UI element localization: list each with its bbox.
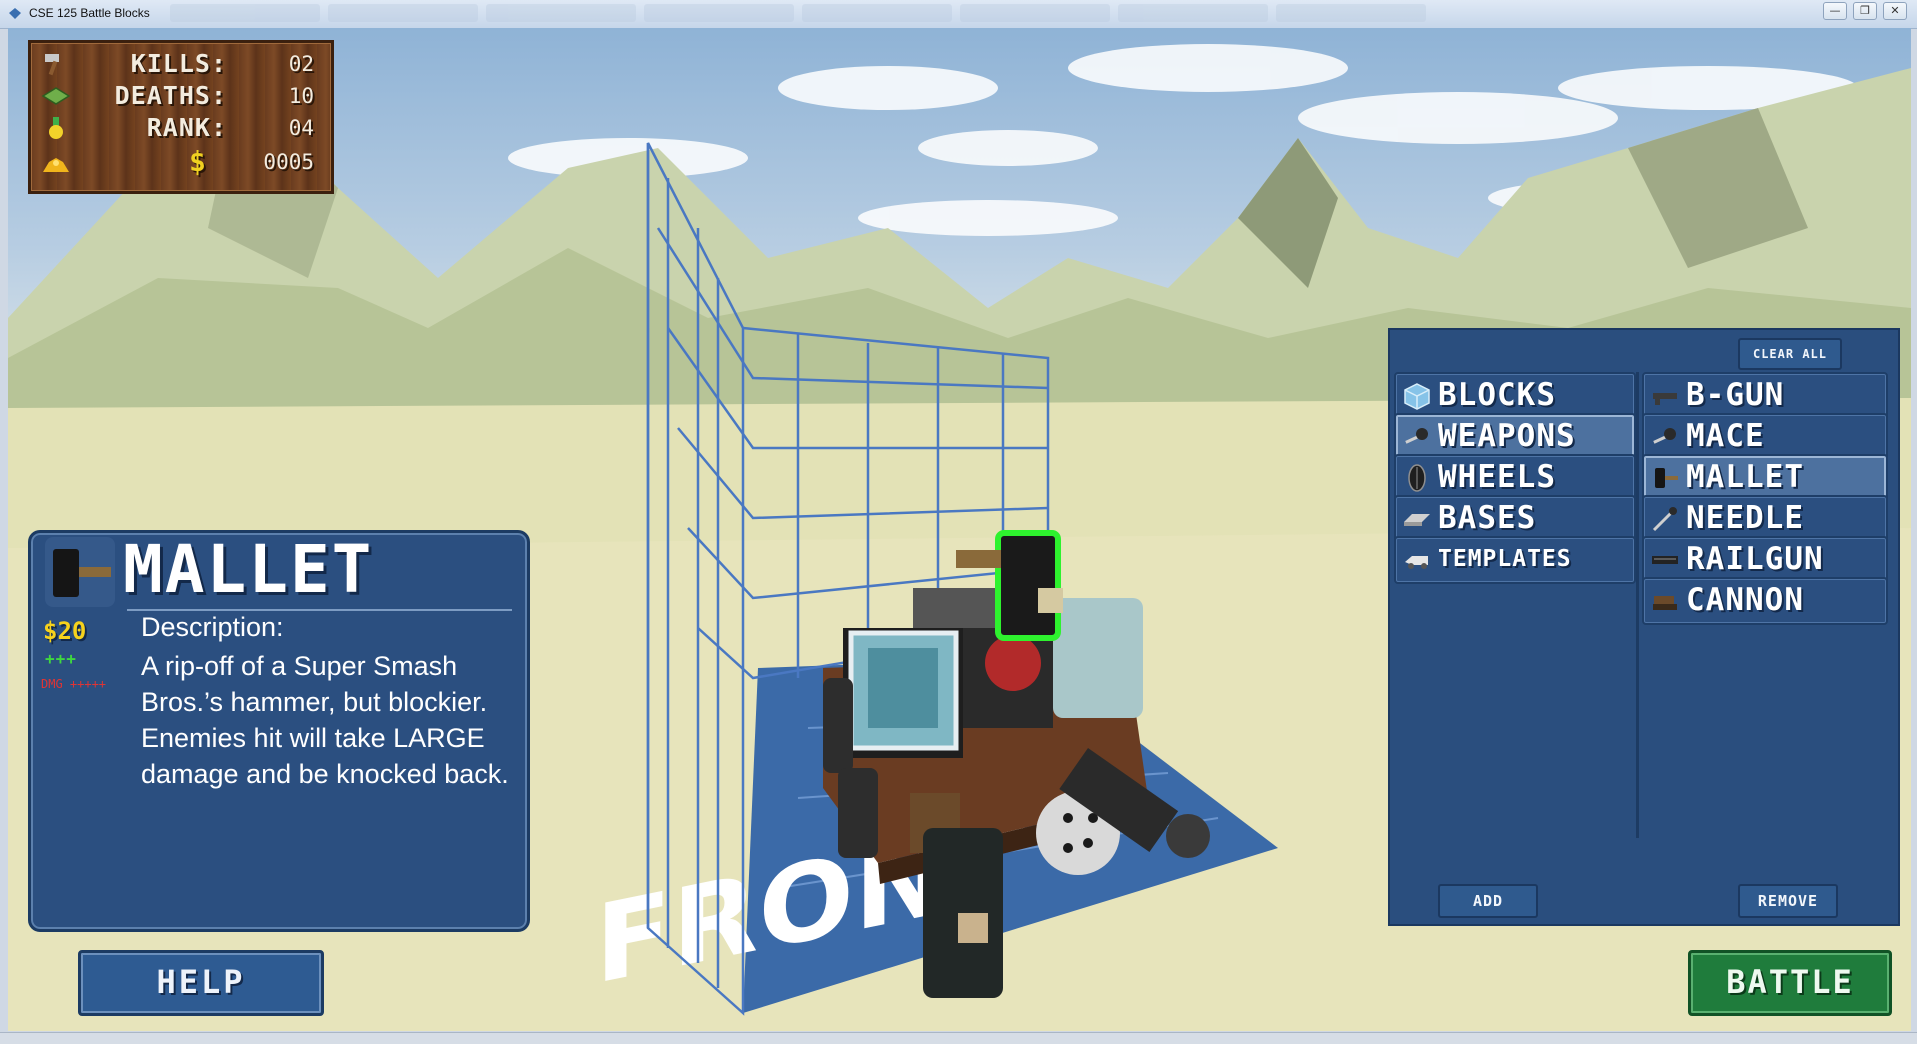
background-taskbar-tabs <box>170 4 1426 22</box>
help-button[interactable]: HELP <box>78 950 324 1016</box>
deaths-label: DEATHS: <box>114 81 227 110</box>
weapon-label: B-GUN <box>1686 377 1785 413</box>
weapon-label: RAILGUN <box>1686 541 1824 577</box>
inventory-panel: CLEAR ALL BLOCKS WEAPONS WHEELS BASES TE… <box>1388 328 1900 926</box>
mace-icon <box>1405 428 1428 444</box>
item-rating: +++ <box>45 649 77 668</box>
gold-pile-icon <box>43 158 69 172</box>
base-plate-icon <box>1404 514 1430 526</box>
money-symbol: $ <box>189 145 206 178</box>
window-controls: — ❐ ✕ <box>1823 2 1907 20</box>
weapon-label: MALLET <box>1686 459 1804 495</box>
remove-button[interactable]: REMOVE <box>1738 884 1838 918</box>
window-titlebar: CSE 125 Battle Blocks — ❐ ✕ <box>0 0 1917 29</box>
money-value: 0005 <box>263 150 314 174</box>
mace-icon <box>1653 428 1676 444</box>
mallet-thumbnail <box>45 537 115 607</box>
cube-icon <box>1404 383 1430 410</box>
category-label: WEAPONS <box>1438 418 1576 454</box>
rank-label: RANK: <box>146 113 227 142</box>
window-title: CSE 125 Battle Blocks <box>29 6 150 20</box>
weapon-label: MACE <box>1686 418 1765 454</box>
restore-button[interactable]: ❐ <box>1853 2 1877 20</box>
battle-button[interactable]: BATTLE <box>1688 950 1892 1016</box>
app-icon <box>9 8 21 19</box>
rank-row: RANK: 04 <box>39 113 323 143</box>
wheel-icon <box>1408 464 1426 492</box>
stats-board: KILLS: 02 DEATHS: 10 RANK: 04 $ 0005 <box>28 40 334 194</box>
game-viewport[interactable]: FRONT KILLS: 02 DEATHS: 10 RANK: 04 $ 00… <box>8 28 1911 1031</box>
rank-value: 04 <box>288 116 314 140</box>
inventory-divider <box>1636 372 1639 838</box>
mallet-icon <box>53 549 111 597</box>
needle-icon <box>1652 507 1677 532</box>
item-description-panel: MALLET $20 +++ DMG +++++ Description: A … <box>28 530 530 932</box>
category-label: BASES <box>1438 500 1537 536</box>
weapon-label: NEEDLE <box>1686 500 1804 536</box>
kills-value: 02 <box>288 52 314 76</box>
add-button[interactable]: ADD <box>1438 884 1538 918</box>
close-button[interactable]: ✕ <box>1883 2 1907 20</box>
template-icon <box>1405 556 1428 569</box>
hammer-icon <box>45 54 59 76</box>
item-name: MALLET <box>123 531 374 608</box>
cannon-icon <box>1653 596 1677 610</box>
item-price: $20 <box>43 617 87 645</box>
category-templates[interactable]: TEMPLATES <box>1394 536 1636 584</box>
weapon-label: CANNON <box>1686 582 1804 618</box>
kills-row: KILLS: 02 <box>39 49 323 79</box>
category-label: TEMPLATES <box>1438 546 1572 572</box>
window-bottom-edge <box>0 1032 1917 1044</box>
category-label: WHEELS <box>1438 459 1556 495</box>
medal-icon <box>49 117 63 139</box>
weapon-cannon[interactable]: CANNON <box>1642 577 1888 625</box>
railgun-icon <box>1652 556 1678 564</box>
kills-label: KILLS: <box>130 49 227 78</box>
money-row: $ 0005 <box>39 145 323 178</box>
minimize-button[interactable]: — <box>1823 2 1847 20</box>
description-heading: Description: <box>141 612 284 642</box>
item-damage: DMG +++++ <box>41 677 107 691</box>
item-description: A rip-off of a Super Smash Bros.’s hamme… <box>141 651 509 789</box>
deaths-row: DEATHS: 10 <box>39 81 323 111</box>
clear-all-button[interactable]: CLEAR ALL <box>1738 338 1842 370</box>
gun-icon <box>1653 393 1677 405</box>
item-name-divider <box>127 609 512 611</box>
grid-icon <box>41 87 71 105</box>
mallet-icon <box>1655 468 1678 488</box>
deaths-value: 10 <box>288 84 314 108</box>
category-label: BLOCKS <box>1438 377 1556 413</box>
